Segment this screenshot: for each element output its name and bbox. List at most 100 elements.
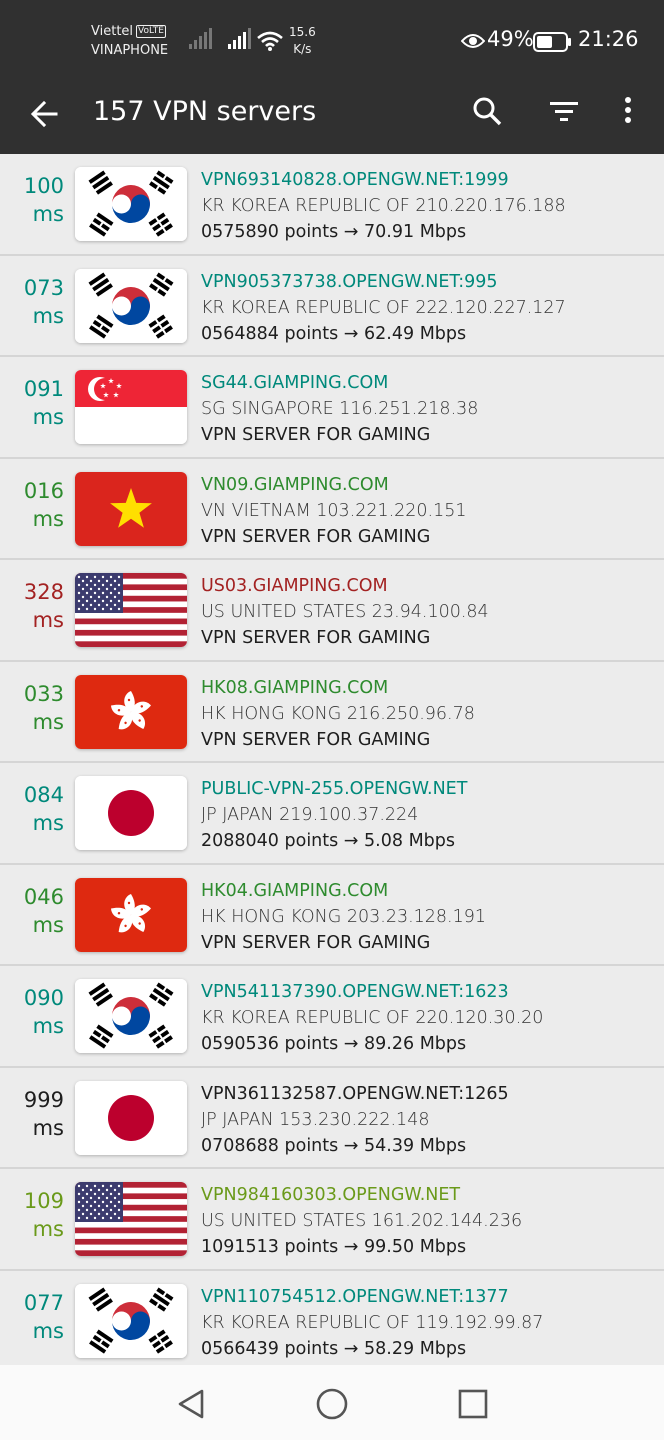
page-title: 157 VPN servers: [93, 96, 317, 127]
server-host: VPN541137390.OPENGW.NET:1623: [201, 982, 509, 1002]
ping-value: 090: [23, 986, 64, 1010]
server-detail: 0564884 points → 62.49 Mbps: [201, 323, 467, 344]
server-row[interactable]: 033 ms HK08.GIAMPING.COM HK HONG KONG 216.2…: [0, 661, 664, 763]
server-row[interactable]: 090 ms VPN541137390.OPENGW.NET:1623 KR KORE…: [0, 966, 664, 1068]
server-host: VPN361132587.OPENGW.NET:1265: [201, 1083, 509, 1104]
battery-percent: 49%: [487, 27, 534, 51]
server-detail: 2088040 points → 5.08 Mbps: [201, 831, 455, 851]
flag-sg-icon: [75, 370, 187, 444]
server-location: SG SINGAPORE 116.251.218.38: [201, 399, 479, 419]
flag-hk-icon: [75, 674, 187, 749]
server-row[interactable]: 109 ms VPN984160303.OPENGW.NET US UNITED ST…: [0, 1169, 664, 1271]
server-info: HK04.GIAMPING.COM HK HONG KONG 203.23.128…: [201, 878, 656, 956]
ping-value: 033: [23, 681, 64, 706]
server-location: JP JAPAN 153.230.222.148: [201, 1109, 430, 1130]
ping-label: 100 ms: [0, 172, 64, 228]
server-host: VPN984160303.OPENGW.NET: [201, 1185, 461, 1205]
ping-label: 046 ms: [0, 883, 64, 939]
server-row[interactable]: 016 ms VN09.GIAMPING.COM VN VIETNAM 103.221…: [0, 458, 664, 560]
server-host: HK08.GIAMPING.COM: [201, 677, 389, 698]
ping-label: 999 ms: [0, 1086, 64, 1142]
server-row[interactable]: 100 ms VPN693140828.OPENGW.NET:1999 KR KORE…: [0, 154, 664, 256]
server-info: VPN693140828.OPENGW.NET:1999 KR KOREA REP…: [201, 167, 656, 245]
server-location: VN VIETNAM 103.221.220.151: [201, 500, 467, 521]
system-nav-bar: [0, 1365, 664, 1440]
carrier-info: Viettel VoLTE VINAPHONE: [91, 22, 168, 60]
ping-value: 073: [23, 275, 64, 300]
server-location: US UNITED STATES 23.94.100.84: [201, 602, 489, 622]
back-arrow-icon[interactable]: [28, 97, 62, 131]
flag-vn-icon: [75, 471, 187, 546]
wifi-icon: [257, 31, 283, 51]
server-row[interactable]: 046 ms HK04.GIAMPING.COM HK HONG KONG 203.2…: [0, 864, 664, 966]
ping-unit: ms: [32, 303, 64, 328]
ping-label: 084 ms: [0, 781, 64, 837]
server-info: VN09.GIAMPING.COM VN VIETNAM 103.221.220.…: [201, 472, 656, 550]
server-detail: VPN SERVER FOR GAMING: [201, 932, 431, 953]
server-info: US03.GIAMPING.COM US UNITED STATES 23.94.…: [201, 573, 656, 651]
clock: 21:26: [578, 27, 639, 51]
server-list[interactable]: 100 ms VPN693140828.OPENGW.NET:1999 KR KORE…: [0, 154, 664, 1365]
ping-unit: ms: [32, 1217, 64, 1241]
flag-kr-icon: [75, 979, 187, 1053]
server-info: HK08.GIAMPING.COM HK HONG KONG 216.250.96…: [201, 675, 656, 753]
ping-unit: ms: [32, 1115, 64, 1140]
network-speed-value: 15.6: [289, 25, 316, 39]
server-row[interactable]: 091 ms SG44.GIAMPING.COM SG SINGAPORE 116.2…: [0, 357, 664, 459]
server-info: VPN541137390.OPENGW.NET:1623 KR KOREA REP…: [201, 979, 656, 1057]
server-location: HK HONG KONG 203.23.128.191: [201, 906, 487, 927]
server-info: SG44.GIAMPING.COM SG SINGAPORE 116.251.21…: [201, 370, 656, 448]
flag-kr-icon: [75, 167, 187, 241]
flag-hk-icon: [75, 877, 187, 952]
server-location: KR KOREA REPUBLIC OF 210.220.176.188: [201, 196, 566, 216]
server-location: KR KOREA REPUBLIC OF 119.192.99.87: [201, 1312, 544, 1333]
server-detail: 0708688 points → 54.39 Mbps: [201, 1135, 467, 1156]
square-recents-icon[interactable]: [456, 1387, 490, 1421]
ping-value: 077: [23, 1290, 64, 1315]
server-location: HK HONG KONG 216.250.96.78: [201, 703, 475, 724]
server-info: PUBLIC-VPN-255.OPENGW.NET JP JAPAN 219.10…: [201, 776, 656, 854]
more-vert-icon[interactable]: [616, 95, 640, 127]
ping-unit: ms: [32, 709, 64, 734]
status-bar: Viettel VoLTE VINAPHONE 15.6 K/s 49% 21:2…: [0, 0, 664, 82]
server-host: US03.GIAMPING.COM: [201, 576, 388, 596]
ping-value: 328: [23, 580, 64, 604]
triangle-back-icon[interactable]: [174, 1387, 208, 1421]
server-location: KR KOREA REPUBLIC OF 222.120.227.127: [201, 297, 566, 318]
ping-value: 100: [23, 174, 64, 198]
ping-unit: ms: [32, 811, 64, 835]
ping-value: 084: [23, 783, 64, 807]
server-detail: VPN SERVER FOR GAMING: [201, 526, 431, 547]
flag-us-icon: [75, 1182, 187, 1256]
server-host: HK04.GIAMPING.COM: [201, 880, 389, 901]
server-location: KR KOREA REPUBLIC OF 220.120.30.20: [201, 1008, 544, 1028]
server-host: VN09.GIAMPING.COM: [201, 474, 389, 495]
search-icon[interactable]: [471, 95, 503, 127]
server-row[interactable]: 073 ms VPN905373738.OPENGW.NET:995 KR KOREA…: [0, 255, 664, 357]
ping-value: 016: [23, 478, 64, 503]
server-detail: 0575890 points → 70.91 Mbps: [201, 222, 467, 242]
server-detail: 0590536 points → 89.26 Mbps: [201, 1034, 467, 1054]
ping-label: 109 ms: [0, 1187, 64, 1243]
filter-sort-icon[interactable]: [548, 95, 580, 127]
server-row[interactable]: 077 ms VPN110754512.OPENGW.NET:1377 KR KORE…: [0, 1270, 664, 1365]
network-speed: 15.6 K/s: [289, 24, 316, 58]
ping-unit: ms: [32, 912, 64, 937]
server-row[interactable]: 084 ms PUBLIC-VPN-255.OPENGW.NET JP JAPAN 2…: [0, 763, 664, 865]
flag-jp-icon: [75, 1080, 187, 1155]
ping-label: 016 ms: [0, 477, 64, 533]
circle-home-icon[interactable]: [315, 1387, 349, 1421]
signal-strength-icon: [189, 28, 212, 49]
ping-label: 090 ms: [0, 984, 64, 1040]
flag-jp-icon: [75, 776, 187, 850]
ping-unit: ms: [32, 202, 64, 226]
server-detail: 0566439 points → 58.29 Mbps: [201, 1338, 467, 1359]
server-row[interactable]: 999 ms VPN361132587.OPENGW.NET:1265 JP JAPA…: [0, 1067, 664, 1169]
server-detail: VPN SERVER FOR GAMING: [201, 425, 431, 445]
server-host: VPN110754512.OPENGW.NET:1377: [201, 1286, 509, 1307]
server-row[interactable]: 328 ms US03.GIAMPING.COM US UNITED STATES 2…: [0, 560, 664, 662]
server-info: VPN905373738.OPENGW.NET:995 KR KOREA REPU…: [201, 269, 656, 347]
ping-label: 033 ms: [0, 680, 64, 736]
server-host: VPN693140828.OPENGW.NET:1999: [201, 170, 509, 190]
carrier-1: Viettel: [91, 24, 134, 39]
